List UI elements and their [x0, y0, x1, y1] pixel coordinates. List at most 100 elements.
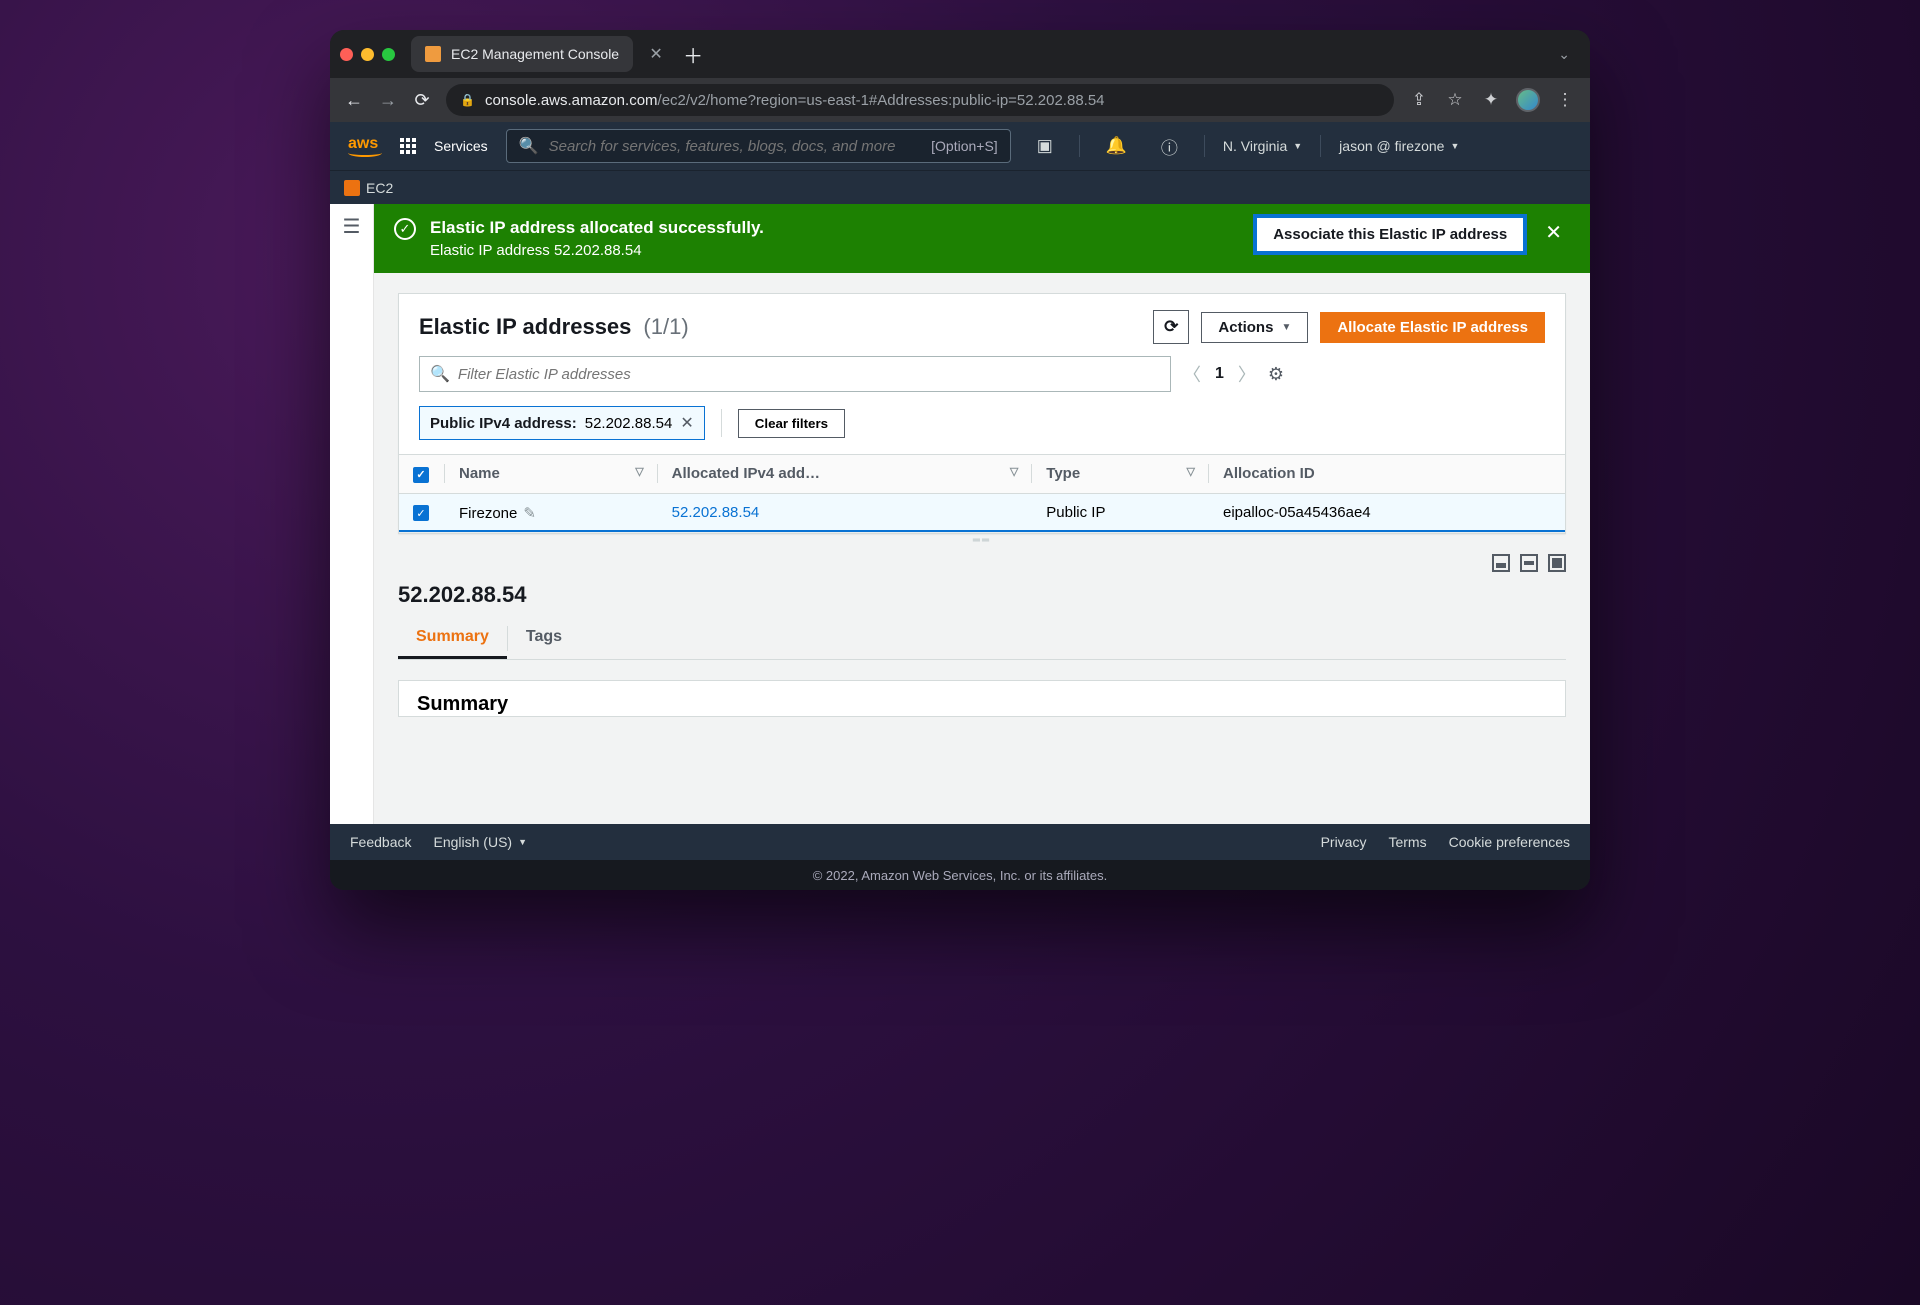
cell-name: Firezone	[459, 505, 517, 522]
actions-dropdown[interactable]: Actions▼	[1201, 312, 1308, 343]
banner-close-icon[interactable]: ✕	[1537, 218, 1570, 247]
region-selector[interactable]: N. Virginia▼	[1223, 138, 1302, 154]
view-full-icon[interactable]	[1548, 554, 1566, 572]
services-grid-icon[interactable]	[400, 138, 416, 154]
search-icon: 🔍	[430, 364, 450, 384]
address-bar[interactable]: 🔒 console.aws.amazon.com/ec2/v2/home?reg…	[446, 84, 1394, 116]
filter-input-wrapper[interactable]: 🔍	[419, 356, 1171, 392]
sidebar-collapsed: ☰	[330, 204, 374, 824]
aws-search[interactable]: 🔍 [Option+S]	[506, 129, 1011, 163]
col-ip[interactable]: Allocated IPv4 add…▽	[658, 455, 1033, 494]
tab-overflow-icon[interactable]: ⌄	[1548, 40, 1580, 69]
filter-chip[interactable]: Public IPv4 address:52.202.88.54✕	[419, 406, 705, 440]
page-prev-button[interactable]: 〈	[1183, 361, 1201, 387]
new-tab-button[interactable]: ＋	[679, 40, 707, 69]
success-banner: ✓ Elastic IP address allocated successfu…	[374, 204, 1590, 273]
sidebar-toggle-icon[interactable]: ☰	[343, 214, 361, 824]
lock-icon: 🔒	[460, 93, 475, 107]
edit-name-icon[interactable]: ✎	[523, 505, 536, 522]
extensions-icon[interactable]: ✦	[1480, 90, 1502, 110]
col-name[interactable]: Name▽	[445, 455, 658, 494]
page-number: 1	[1215, 365, 1224, 383]
aws-search-input[interactable]	[549, 138, 922, 155]
copyright-footer: © 2022, Amazon Web Services, Inc. or its…	[330, 860, 1590, 890]
close-tab-icon[interactable]: ✕	[641, 44, 671, 64]
bookmark-icon[interactable]: ☆	[1444, 90, 1466, 110]
chip-remove-icon[interactable]: ✕	[680, 413, 693, 433]
main-content: ✓ Elastic IP address allocated successfu…	[374, 204, 1590, 824]
terms-link[interactable]: Terms	[1388, 834, 1426, 850]
browser-window: EC2 Management Console ✕ ＋ ⌄ ← → ⟳ 🔒 con…	[330, 30, 1590, 890]
col-alloc[interactable]: Allocation ID	[1209, 455, 1565, 494]
service-chip-ec2[interactable]: EC2	[344, 180, 393, 196]
detail-panel: 52.202.88.54 Summary Tags Summary	[374, 578, 1590, 733]
browser-tab[interactable]: EC2 Management Console	[411, 36, 633, 72]
cookies-link[interactable]: Cookie preferences	[1449, 834, 1570, 850]
aws-top-nav: aws Services 🔍 [Option+S] ▣ 🔔 ⓘ N. Virgi…	[330, 122, 1590, 170]
back-button[interactable]: ←	[344, 90, 364, 111]
detail-tabs: Summary Tags	[398, 618, 1566, 660]
share-icon[interactable]: ⇪	[1408, 90, 1430, 110]
refresh-button[interactable]: ⟳	[1153, 310, 1189, 344]
copyright-text: © 2022, Amazon Web Services, Inc. or its…	[813, 868, 1108, 883]
cell-type: Public IP	[1032, 493, 1209, 532]
aws-favicon-icon	[425, 46, 441, 62]
detail-view-toggles	[374, 548, 1590, 578]
cloudshell-icon[interactable]: ▣	[1029, 132, 1061, 160]
aws-logo[interactable]: aws	[348, 135, 382, 157]
allocate-eip-button[interactable]: Allocate Elastic IP address	[1320, 312, 1545, 343]
col-type[interactable]: Type▽	[1032, 455, 1209, 494]
window-zoom-icon[interactable]	[382, 48, 395, 61]
view-split-icon[interactable]	[1520, 554, 1538, 572]
cell-ip-link[interactable]: 52.202.88.54	[672, 504, 760, 521]
window-minimize-icon[interactable]	[361, 48, 374, 61]
row-checkbox[interactable]: ✓	[413, 505, 429, 521]
panel-title: Elastic IP addresses	[419, 314, 631, 340]
search-icon: 🔍	[519, 136, 539, 156]
summary-heading: Summary	[417, 693, 1547, 716]
filter-input[interactable]	[458, 366, 1160, 383]
service-breadcrumb-bar: EC2	[330, 170, 1590, 204]
privacy-link[interactable]: Privacy	[1321, 834, 1367, 850]
table-row[interactable]: ✓ Firezone ✎ 52.202.88.54 Public IP eipal…	[399, 493, 1565, 532]
search-shortcut: [Option+S]	[931, 138, 998, 154]
services-label[interactable]: Services	[434, 138, 488, 154]
profile-avatar[interactable]	[1516, 88, 1540, 112]
reload-button[interactable]: ⟳	[412, 90, 432, 111]
table-settings-icon[interactable]: ⚙	[1268, 364, 1284, 385]
ec2-service-icon	[344, 180, 360, 196]
panel-splitter[interactable]: ══	[374, 538, 1590, 544]
help-icon[interactable]: ⓘ	[1153, 130, 1186, 163]
pagination: 〈 1 〉	[1183, 361, 1256, 387]
aws-footer: Feedback English (US)▼ Privacy Terms Coo…	[330, 824, 1590, 860]
page-next-button[interactable]: 〉	[1238, 361, 1256, 387]
url-text: console.aws.amazon.com/ec2/v2/home?regio…	[485, 92, 1105, 109]
language-selector[interactable]: English (US)▼	[433, 834, 527, 850]
tab-summary[interactable]: Summary	[398, 618, 507, 659]
detail-title: 52.202.88.54	[398, 582, 1566, 608]
clear-filters-button[interactable]: Clear filters	[738, 409, 845, 438]
panel-count: (1/1)	[643, 314, 688, 340]
banner-subtitle: Elastic IP address 52.202.88.54	[430, 242, 1243, 259]
notifications-icon[interactable]: 🔔	[1098, 132, 1135, 160]
eip-table: ✓ Name▽ Allocated IPv4 add…▽ Type▽ Alloc…	[399, 454, 1565, 533]
feedback-link[interactable]: Feedback	[350, 834, 411, 850]
cell-alloc: eipalloc-05a45436ae4	[1209, 493, 1565, 532]
account-menu[interactable]: jason @ firezone▼	[1339, 138, 1459, 154]
content-area: ☰ ✓ Elastic IP address allocated success…	[330, 204, 1590, 824]
success-check-icon: ✓	[394, 218, 416, 240]
window-controls	[340, 48, 403, 61]
refresh-icon: ⟳	[1164, 317, 1178, 337]
associate-eip-button[interactable]: Associate this Elastic IP address	[1257, 218, 1523, 251]
tab-title: EC2 Management Console	[451, 46, 619, 62]
window-close-icon[interactable]	[340, 48, 353, 61]
chrome-toolbar: ← → ⟳ 🔒 console.aws.amazon.com/ec2/v2/ho…	[330, 78, 1590, 122]
summary-subpanel: Summary	[398, 680, 1566, 717]
chrome-tab-strip: EC2 Management Console ✕ ＋ ⌄	[330, 30, 1590, 78]
select-all-checkbox[interactable]: ✓	[413, 467, 429, 483]
chrome-menu-icon[interactable]: ⋮	[1554, 90, 1576, 110]
forward-button[interactable]: →	[378, 90, 398, 111]
view-bottom-icon[interactable]	[1492, 554, 1510, 572]
tab-tags[interactable]: Tags	[508, 618, 580, 659]
eip-panel: Elastic IP addresses (1/1) ⟳ Actions▼ Al…	[398, 293, 1566, 534]
